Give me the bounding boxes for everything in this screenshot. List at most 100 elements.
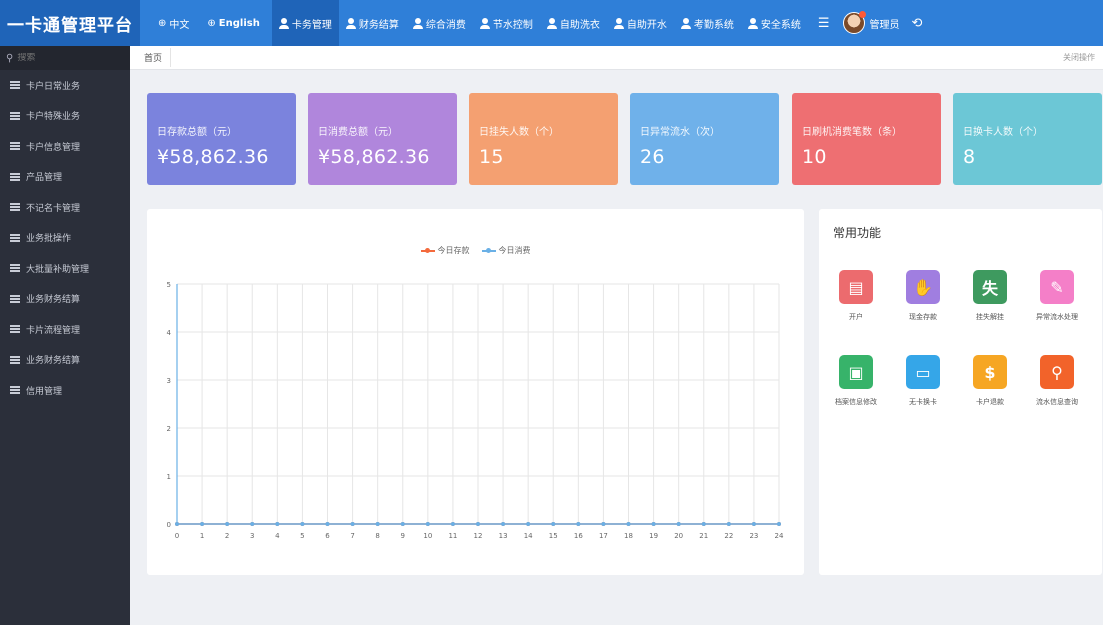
data-point (651, 522, 656, 526)
avatar[interactable] (843, 11, 867, 34)
tab-home[interactable]: 首页 (138, 48, 172, 67)
data-point (676, 522, 681, 526)
tab-label: 卡务管理 (291, 19, 332, 31)
x-tick-label: 7 (350, 532, 354, 540)
sidebar-item-9[interactable]: 业务财务结算 (0, 345, 130, 376)
x-tick-label: 5 (300, 532, 304, 540)
sidebar-item-6[interactable]: 大批量补助管理 (0, 253, 130, 284)
data-point (701, 522, 706, 526)
list-icon (10, 203, 20, 212)
quick-item-6[interactable]: $ 卡户退款 (959, 355, 1021, 407)
list-icon (10, 233, 20, 242)
sidebar-item-3[interactable]: 产品管理 (0, 162, 130, 193)
notification-badge (859, 11, 867, 18)
stat-label: 日存款总额（元） (157, 127, 237, 138)
quick-item-2[interactable]: 失挂失解挂 (959, 270, 1021, 322)
tab-1[interactable]: 财务结算 (339, 0, 406, 46)
quick-item-7[interactable]: ⚲ 流水信息查询 (1026, 355, 1088, 407)
app-title: 一卡通管理平台 (0, 0, 140, 46)
quick-item-label: 挂失解挂 (976, 313, 1004, 321)
stat-label: 日消费总额（元） (318, 127, 398, 138)
sidebar-item-5[interactable]: 业务批操作 (0, 223, 130, 254)
x-tick-label: 14 (524, 532, 533, 540)
sidebar-item-4[interactable]: 不记名卡管理 (0, 192, 130, 223)
user-icon (479, 17, 490, 29)
data-point (526, 522, 531, 526)
hamburger-icon[interactable]: ☰ (818, 16, 830, 31)
quick-item-1[interactable]: ✋ 现金存款 (892, 270, 954, 322)
x-tick-label: 21 (699, 532, 708, 540)
x-tick-label: 8 (375, 532, 379, 540)
y-tick-label: 0 (167, 521, 171, 529)
stat-value: 10 (802, 146, 827, 168)
x-tick-label: 23 (749, 532, 758, 540)
close-ops-button[interactable]: 关闭操作 (1063, 52, 1095, 63)
sidebar-item-10[interactable]: 信用管理 (0, 375, 130, 406)
x-tick-label: 3 (250, 532, 254, 540)
sidebar-item-label: 不记名卡管理 (26, 203, 81, 214)
x-tick-label: 4 (275, 532, 280, 540)
user-icon (412, 17, 423, 29)
tab-3[interactable]: 节水控制 (473, 0, 540, 46)
quick-functions-panel: 常用功能 ▤ 开户 ✋ 现金存款 失挂失解挂 ✎ 异常流水处理 ▣ 档案信息修改 ▭ 无卡换卡 $ 卡户… (819, 209, 1102, 575)
sidebar-item-label: 信用管理 (26, 386, 63, 397)
sidebar-item-1[interactable]: 卡户特殊业务 (0, 101, 130, 132)
stat-label: 日挂失人数（个） (479, 127, 559, 138)
tab-0[interactable]: 卡务管理 (271, 0, 339, 46)
user-icon (278, 17, 289, 29)
data-point (476, 522, 480, 526)
top-bar: 一卡通管理平台 ⊕ 中文 ⊕ English 卡务管理 财务结算 综合消费 节水控制 自… (0, 0, 1103, 46)
stat-label: 日刷机消费笔数（条） (802, 127, 902, 138)
sidebar-item-0[interactable]: 卡户日常业务 (0, 70, 130, 101)
deposit-icon: ✋ (906, 270, 940, 304)
logout-icon[interactable]: ⟲ (911, 16, 922, 31)
tab-label: 考勤系统 (693, 19, 734, 31)
globe-icon: ⊕ (207, 17, 216, 29)
y-tick-label: 2 (167, 425, 171, 433)
user-menu[interactable]: 管理员 (843, 11, 900, 34)
x-tick-label: 2 (225, 532, 229, 540)
quick-item-5[interactable]: ▭ 无卡换卡 (892, 355, 954, 407)
stat-cards: 日存款总额（元） ¥58,862.36 日消费总额（元） ¥58,862.36 日挂失人… (147, 93, 1102, 185)
lang-chinese[interactable]: ⊕ 中文 (158, 16, 189, 31)
sidebar-item-label: 产品管理 (26, 173, 63, 184)
user-name: 管理员 (869, 19, 900, 31)
data-point (626, 522, 631, 526)
quick-item-label: 流水信息查询 (1036, 398, 1078, 406)
quick-item-0[interactable]: ▤ 开户 (825, 270, 887, 322)
list-icon (10, 386, 20, 395)
tab-label: 自助开水 (626, 19, 667, 31)
x-tick-label: 18 (624, 532, 633, 540)
tab-5[interactable]: 自助开水 (607, 0, 674, 46)
x-tick-label: 13 (499, 532, 508, 540)
sidebar-item-8[interactable]: 卡片流程管理 (0, 314, 130, 345)
sidebar-item-7[interactable]: 业务财务结算 (0, 284, 130, 315)
list-icon (10, 172, 20, 181)
sidebar-item-2[interactable]: 卡户信息管理 (0, 131, 130, 162)
lost-icon: 失 (973, 270, 1007, 304)
x-tick-label: 0 (175, 532, 179, 540)
quick-item-3[interactable]: ✎ 异常流水处理 (1026, 270, 1088, 322)
data-point (777, 522, 781, 526)
quick-item-label: 开户 (849, 313, 863, 321)
tab-6[interactable]: 考勤系统 (674, 0, 741, 46)
stat-value: 26 (640, 146, 665, 168)
quick-item-4[interactable]: ▣ 档案信息修改 (825, 355, 887, 407)
x-tick-label: 19 (649, 532, 658, 540)
lang-english[interactable]: ⊕ English (207, 18, 259, 29)
data-point (250, 522, 255, 526)
sidebar-item-label: 卡片流程管理 (26, 325, 81, 336)
y-tick-label: 4 (167, 329, 172, 337)
tab-2[interactable]: 综合消费 (406, 0, 473, 46)
tab-7[interactable]: 安全系统 (741, 0, 808, 46)
sidebar: ⚲ ‹ 卡户日常业务卡户特殊业务卡户信息管理产品管理不记名卡管理业务批操作大批量… (0, 46, 142, 625)
data-point (225, 522, 230, 526)
document-icon: ▤ (839, 270, 873, 304)
search-icon: ⚲ (6, 52, 14, 64)
x-tick-label: 16 (574, 532, 583, 540)
data-point (325, 522, 330, 526)
quick-functions-title: 常用功能 (833, 226, 882, 240)
user-icon (613, 17, 624, 29)
search-input[interactable] (17, 53, 138, 63)
tab-4[interactable]: 自助洗衣 (540, 0, 607, 46)
